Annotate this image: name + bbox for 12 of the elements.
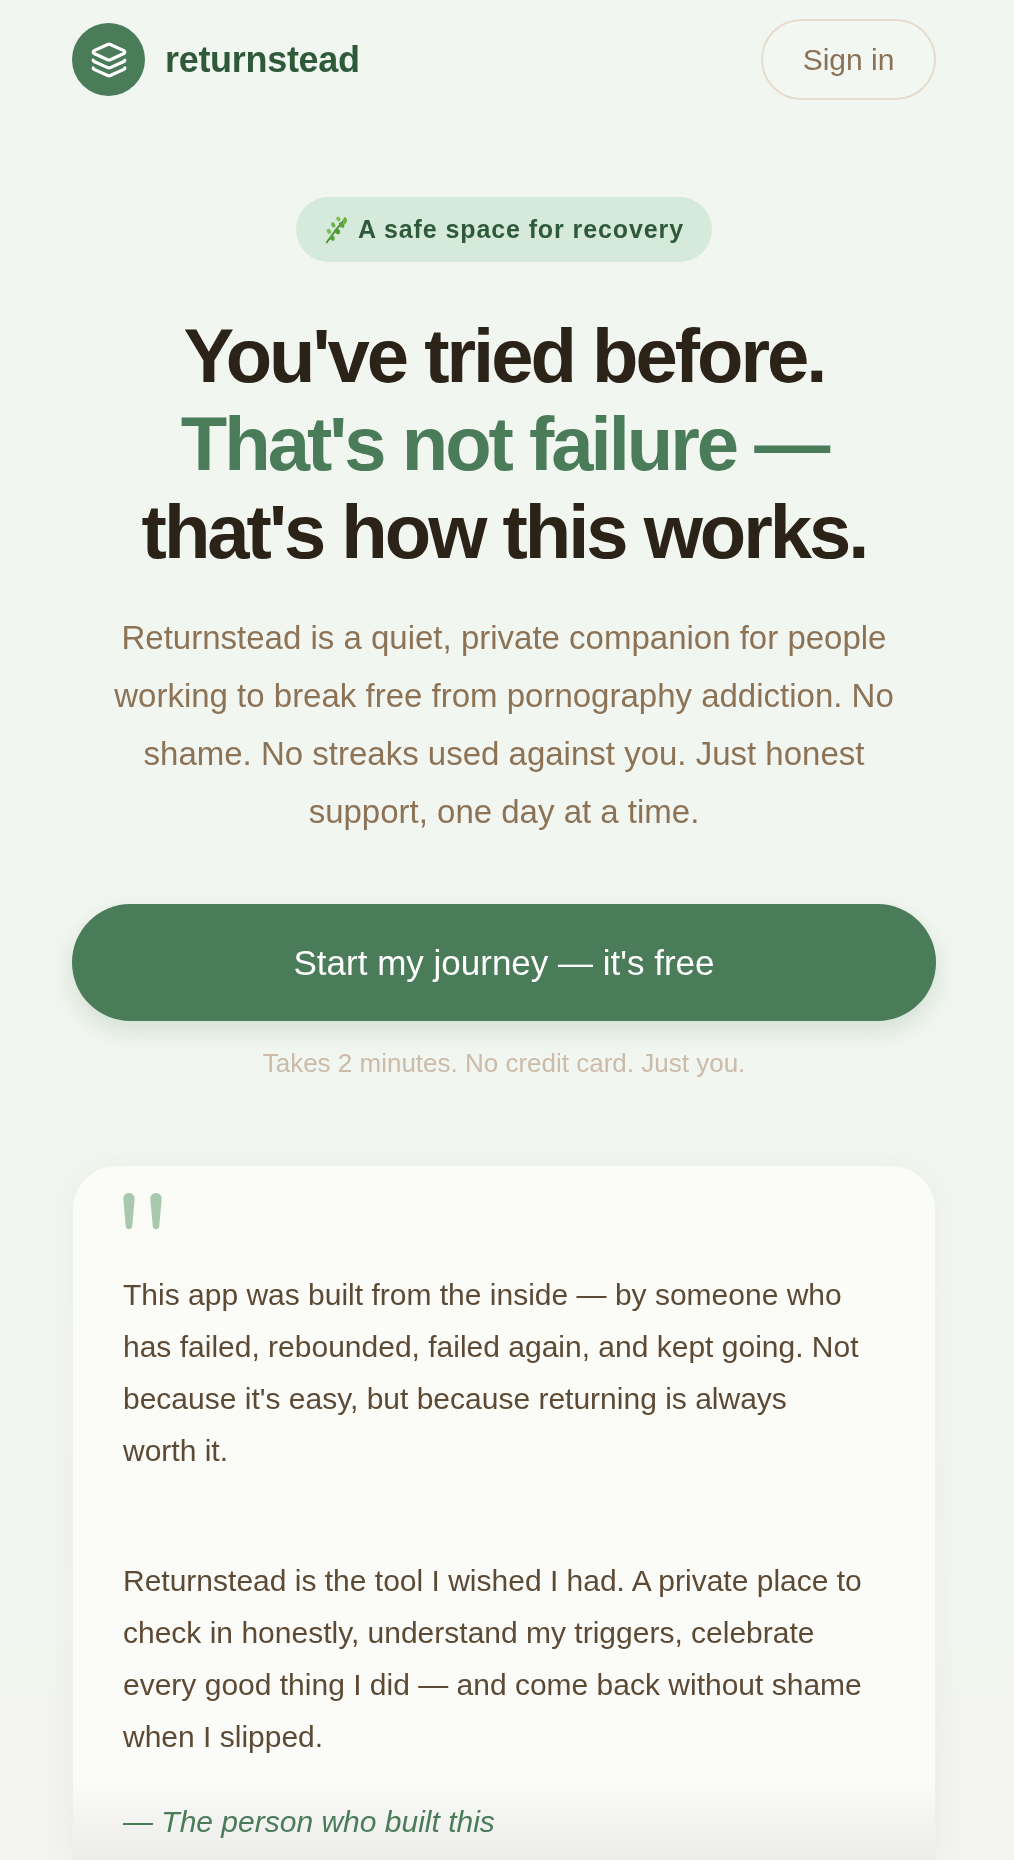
- start-journey-button[interactable]: Start my journey — it's free: [72, 904, 936, 1021]
- story-paragraph: This app was built from the inside — by someone who has failed, rebounded, failed again, and kept going. Not because it's easy, but because returning is always worth it.: [123, 1277, 860, 1469]
- brand-name: returnstead: [165, 38, 360, 81]
- sign-in-button[interactable]: Sign in: [761, 19, 936, 100]
- intro-paragraph: Returnstead is a quiet, private companion for people working to break free from pornography addiction. No shame. No streaks used against you. Just honest support, one day at a time.: [113, 618, 895, 832]
- cta-note: Takes 2 minutes. No credit card. Just you.: [262, 1048, 746, 1078]
- herb-icon: [323, 215, 350, 244]
- headline: You've tried before. That's not failure — that's how this works.: [141, 312, 867, 576]
- story-paragraph: Returnstead is the tool I wished I had. A private place to check in honestly, understand my triggers, celebrate every good thing I did — and come back without shame when I slipped.: [123, 1563, 863, 1755]
- attribution: — The person who built this: [123, 1804, 496, 1840]
- badge-text: A safe space for recovery: [358, 215, 684, 244]
- quote-icon: [123, 1193, 162, 1230]
